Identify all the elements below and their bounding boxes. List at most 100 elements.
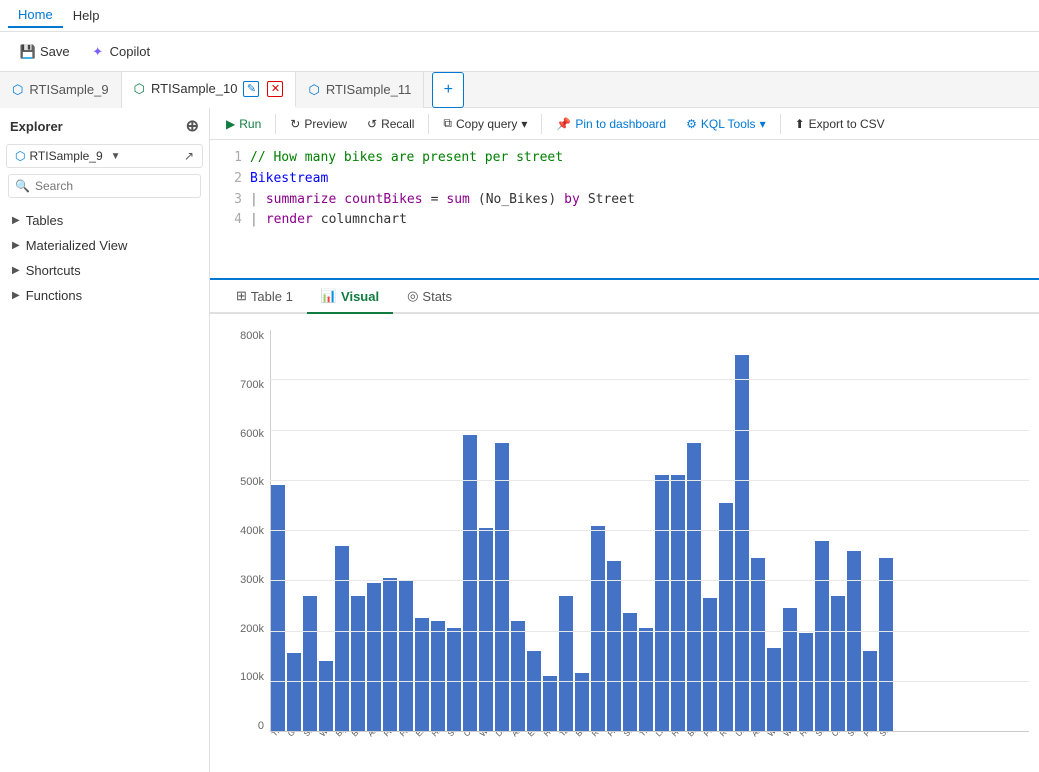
x-axis-label: Antill Road	[750, 732, 766, 738]
bar[interactable]	[703, 598, 717, 731]
run-button[interactable]: ▶ Run	[218, 113, 269, 135]
bar[interactable]	[287, 653, 301, 731]
expand-icon4: ▶	[12, 290, 20, 301]
bar[interactable]	[607, 561, 621, 731]
bar[interactable]	[495, 443, 509, 731]
x-axis-label: South Park	[814, 732, 830, 738]
bars-area	[270, 330, 1029, 732]
tab-rtisample11[interactable]: ⬡ RTISample_11	[296, 72, 424, 108]
materialized-view-label: Materialized View	[26, 238, 128, 253]
tab-rtisample9[interactable]: ⬡ RTISample_9	[0, 72, 122, 108]
add-tab-button[interactable]: +	[432, 72, 464, 108]
run-icon: ▶	[226, 117, 235, 131]
sidebar-item-materialized-view[interactable]: ▶ Materialized View	[0, 233, 209, 258]
bar[interactable]	[831, 596, 845, 731]
sidebar-add-icon[interactable]: ⊕	[186, 116, 199, 136]
external-link-icon[interactable]: ↗	[184, 149, 194, 163]
menu-help[interactable]: Help	[63, 4, 110, 27]
bar[interactable]	[639, 628, 653, 731]
bar[interactable]	[751, 558, 765, 731]
bar[interactable]	[399, 581, 413, 731]
pin-dashboard-button[interactable]: 📌 Pin to dashboard	[548, 113, 674, 135]
functions-label: Functions	[26, 288, 82, 303]
bar[interactable]	[527, 651, 541, 731]
bar[interactable]	[863, 651, 877, 731]
x-axis-label: Ashley Place	[366, 732, 382, 738]
recall-icon: ↺	[367, 117, 377, 131]
bar[interactable]	[271, 485, 285, 731]
sidebar-item-shortcuts[interactable]: ▶ Shortcuts	[0, 258, 209, 283]
sidebar-db-selector[interactable]: ⬡ RTISample_9 ▼ ↗	[6, 144, 203, 168]
bar[interactable]	[575, 673, 589, 731]
x-axis-label: St. Luke's Church	[622, 732, 638, 738]
copy-query-button[interactable]: ⧉ Copy query ▾	[435, 112, 535, 135]
bar[interactable]	[511, 621, 525, 731]
preview-icon: ↻	[290, 117, 300, 131]
preview-button[interactable]: ↻ Preview	[282, 113, 355, 135]
tab-close-button[interactable]: ✕	[267, 81, 283, 97]
bar[interactable]	[447, 628, 461, 731]
result-tab-table[interactable]: ⊞ Table 1	[222, 280, 307, 314]
x-axis-label: Grosvenor Crescent	[286, 732, 302, 738]
tabs-bar: ⬡ RTISample_9 ⬡ RTISample_10 ✎ ✕ ⬡ RTISa…	[0, 72, 1039, 108]
bar[interactable]	[479, 528, 493, 731]
bar[interactable]	[799, 633, 813, 731]
bar[interactable]	[783, 608, 797, 731]
bar[interactable]	[735, 355, 749, 731]
sidebar-item-tables[interactable]: ▶ Tables	[0, 208, 209, 233]
grid-line	[270, 430, 1029, 431]
bar[interactable]	[767, 648, 781, 731]
bar[interactable]	[303, 596, 317, 731]
bar[interactable]	[367, 583, 381, 731]
dropdown-icon: ▾	[521, 117, 527, 131]
tab-edit-button[interactable]: ✎	[243, 81, 259, 97]
bar[interactable]	[559, 596, 573, 731]
grid-line	[270, 379, 1029, 380]
bar[interactable]	[351, 596, 365, 731]
bar[interactable]	[431, 621, 445, 731]
kql-dropdown-icon: ▾	[760, 117, 766, 131]
export-csv-button[interactable]: ⬆ Export to CSV	[787, 113, 893, 135]
bar[interactable]	[383, 578, 397, 731]
sidebar-item-functions[interactable]: ▶ Functions	[0, 283, 209, 308]
bar[interactable]	[543, 676, 557, 731]
bar[interactable]	[671, 475, 685, 731]
db-icon: ⬡	[15, 149, 25, 163]
result-tab-visual[interactable]: 📊 Visual	[307, 280, 393, 314]
x-axis-label: Wellington Street	[782, 732, 798, 738]
save-button[interactable]: 💾 Save	[12, 40, 78, 64]
sidebar: Explorer ⊕ ⬡ RTISample_9 ▼ ↗ 🔍 ▶ Tables …	[0, 108, 210, 772]
stats-icon: ◎	[407, 288, 418, 304]
tables-label: Tables	[26, 213, 64, 228]
y-axis-label: 200k	[240, 623, 264, 635]
kql-tools-button[interactable]: ⚙ KQL Tools ▾	[678, 113, 774, 135]
code-editor[interactable]: 1 // How many bikes are present per stre…	[210, 140, 1039, 280]
y-axis-label: 400k	[240, 525, 264, 537]
menu-bar: Home Help	[0, 0, 1039, 32]
bar[interactable]	[319, 661, 333, 731]
x-axis-label: World's End Place	[318, 732, 334, 738]
bar[interactable]	[815, 541, 829, 731]
tab-rtisample10[interactable]: ⬡ RTISample_10 ✎ ✕	[122, 72, 297, 108]
copilot-button[interactable]: ✦ Copilot	[82, 40, 158, 64]
search-input[interactable]	[8, 174, 201, 198]
bar[interactable]	[415, 618, 429, 731]
bar[interactable]	[591, 526, 605, 732]
y-axis: 800k700k600k500k400k300k200k100k0	[220, 330, 270, 732]
y-axis-label: 700k	[240, 379, 264, 391]
bar[interactable]	[655, 475, 669, 731]
bar[interactable]	[335, 546, 349, 731]
bar[interactable]	[719, 503, 733, 731]
bar[interactable]	[847, 551, 861, 731]
menu-home[interactable]: Home	[8, 3, 63, 28]
editor-toolbar: ▶ Run ↻ Preview ↺ Recall ⧉ Copy query ▾ …	[210, 108, 1039, 140]
result-tab-stats[interactable]: ◎ Stats	[393, 280, 466, 314]
x-axis-label: Peterborough Road	[862, 732, 878, 738]
divider1	[275, 114, 276, 134]
bar[interactable]	[879, 558, 893, 731]
visual-icon: 📊	[321, 288, 337, 304]
recall-button[interactable]: ↺ Recall	[359, 113, 422, 135]
grid-line	[270, 580, 1029, 581]
bar[interactable]	[687, 443, 701, 731]
search-container: 🔍	[8, 174, 201, 198]
